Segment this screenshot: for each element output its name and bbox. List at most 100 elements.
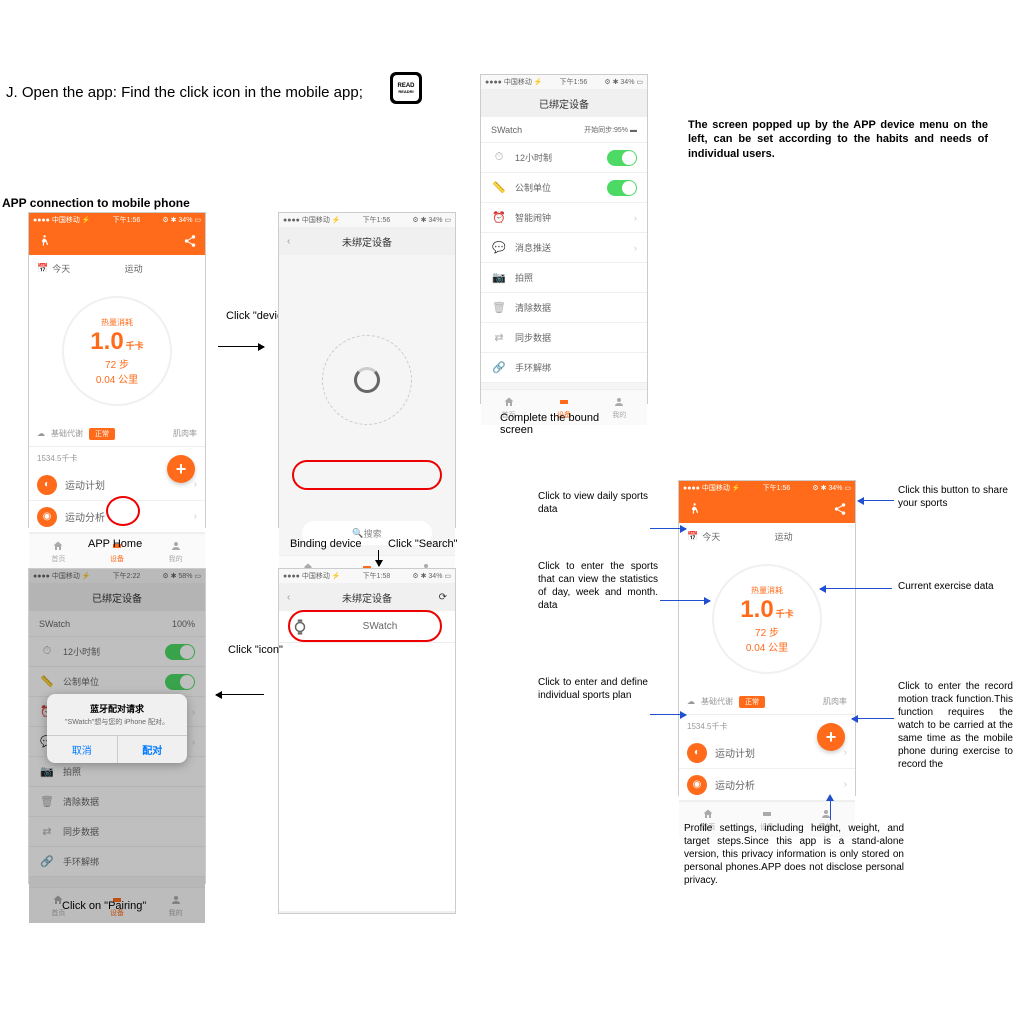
sport-label: 运动 xyxy=(720,530,847,543)
tab-profile[interactable]: 我的 xyxy=(146,534,205,569)
ann-record: Click to enter the record motion track f… xyxy=(898,680,1013,771)
row-sync[interactable]: ⇄同步数据 xyxy=(481,323,647,353)
share-icon[interactable] xyxy=(833,502,847,516)
today-label[interactable]: 今天 xyxy=(52,262,70,275)
status-bar: ●●●● 中国移动 ⚡下午1:56⚙ ✱ 34% ▭ xyxy=(481,75,647,89)
row-unbind[interactable]: 🔗手环解绑 xyxy=(29,847,205,877)
bind-header: ‹ 未绑定设备 ⟳ xyxy=(279,583,455,611)
tab-home[interactable]: 首页 xyxy=(29,534,88,569)
blue-arrow-profile-head xyxy=(826,794,834,801)
cancel-button[interactable]: 取消 xyxy=(47,736,118,763)
toggle-12h[interactable] xyxy=(607,150,637,166)
app-header xyxy=(29,227,205,255)
status-bar: ●●●● 中国移动 ⚡下午1:56⚙ ✱ 34% ▭ xyxy=(279,213,455,227)
today-label[interactable]: 今天 xyxy=(702,530,720,543)
sport-label: 运动 xyxy=(70,262,197,275)
status-bar: ●●●● 中国移动 ⚡下午1:58⚙ ✱ 34% ▭ xyxy=(279,569,455,583)
cal-label: 热量消耗 xyxy=(101,317,133,328)
blue-arrow-stats xyxy=(660,600,710,601)
bound-header: 已绑定设备 xyxy=(481,89,647,117)
ann-share: Click this button to share your sports xyxy=(898,484,1008,510)
swatch-sync-row: SWatch开始同步:95% ▬ xyxy=(481,117,647,143)
ann-plan: Click to enter and define individual spo… xyxy=(538,676,648,702)
analysis-row[interactable]: ◉ 运动分析› xyxy=(29,501,205,533)
status-bar: ●●●● 中国移动 ⚡下午2:22⚙ ✱ 58% ▭ xyxy=(29,569,205,583)
arrow-back xyxy=(216,694,264,695)
connection-heading: APP connection to mobile phone xyxy=(2,196,190,210)
blue-arrow-profile-line xyxy=(830,798,831,820)
section-j-title: J. Open the app: Find the click icon in … xyxy=(6,84,363,101)
pair-button[interactable]: 配对 xyxy=(118,736,188,763)
tab-profile[interactable]: 我的 xyxy=(146,888,205,923)
ann-profile: Profile settings, including height, weig… xyxy=(684,822,904,887)
back-icon[interactable]: ‹ xyxy=(287,592,290,603)
row-clear[interactable]: 🗑清除数据 xyxy=(29,787,205,817)
row-alarm[interactable]: ⏰智能闹钟› xyxy=(481,203,647,233)
popup-msg: "SWatch"想与您的 iPhone 配对。 xyxy=(47,717,187,735)
analysis-icon: ◉ xyxy=(37,507,57,527)
search-ring xyxy=(322,335,412,425)
row-12h[interactable]: ⏱12小时制 xyxy=(29,637,205,667)
blue-arrow-share xyxy=(858,500,894,501)
blue-arrow-current xyxy=(820,588,892,589)
status-bar: ●●●● 中国移动 ⚡下午1:56⚙ ✱ 34% ▭ xyxy=(29,213,205,227)
dial-area: 热量消耗 1.0千卡 72 步 0.04 公里 xyxy=(29,281,205,421)
bound-header: 已绑定设备 xyxy=(29,583,205,611)
plan-row[interactable]: ◐ 运动计划› + xyxy=(29,469,205,501)
row-unbind[interactable]: 🔗手环解绑 xyxy=(481,353,647,383)
phone-swatch-result: ●●●● 中国移动 ⚡下午1:58⚙ ✱ 34% ▭ ‹ 未绑定设备 ⟳ SWa… xyxy=(278,568,456,914)
blue-arrow-record xyxy=(852,718,894,719)
sub-header: 📅 今天 运动 xyxy=(679,523,855,549)
calendar-icon[interactable]: 📅 xyxy=(687,531,698,542)
read-app-icon: READREADRI xyxy=(390,72,422,104)
metab-row: ☁基础代谢正常肌肉率 xyxy=(29,421,205,447)
row-metric[interactable]: 📏公制单位 xyxy=(29,667,205,697)
phone-binding: ●●●● 中国移动 ⚡下午1:56⚙ ✱ 34% ▭ ‹ 未绑定设备 🔍 搜索 … xyxy=(278,212,456,528)
caption-app-home: APP Home xyxy=(88,538,142,550)
analysis-icon: ◉ xyxy=(687,775,707,795)
phone-pairing: ●●●● 中国移动 ⚡下午2:22⚙ ✱ 58% ▭ 已绑定设备 SWatch1… xyxy=(28,568,206,884)
caption-binding: Binding device xyxy=(290,538,362,550)
blue-arrow-plan xyxy=(650,714,686,715)
swatch-row[interactable]: SWatch xyxy=(279,611,455,643)
fab-add[interactable]: + xyxy=(817,723,845,751)
swatch-body: SWatch xyxy=(279,611,455,911)
toggle-12h[interactable] xyxy=(165,644,195,660)
back-icon[interactable]: ‹ xyxy=(287,236,290,247)
metab-row: ☁基础代谢正常肌肉率 xyxy=(679,689,855,715)
caption-click-search: Click "Search" xyxy=(388,538,458,550)
label-click-icon: Click "icon" xyxy=(228,644,283,656)
swatch-header: SWatch100% xyxy=(29,611,205,637)
calendar-icon[interactable]: 📅 xyxy=(37,263,48,274)
row-clear[interactable]: 🗑清除数据 xyxy=(481,293,647,323)
runner-icon xyxy=(37,234,51,248)
plan-row[interactable]: ◐ 运动计划› + xyxy=(679,737,855,769)
fab-add[interactable]: + xyxy=(167,455,195,483)
phone-annotated: ●●●● 中国移动 ⚡下午1:56⚙ ✱ 34% ▭ 📅 今天 运动 热量消耗 … xyxy=(678,480,856,796)
bind-header: ‹ 未绑定设备 xyxy=(279,227,455,255)
toggle-metric[interactable] xyxy=(165,674,195,690)
spinner-icon: ⟳ xyxy=(439,592,447,603)
ann-daily: Click to view daily sports data xyxy=(538,490,648,516)
exercise-dial[interactable]: 热量消耗 1.0千卡 72 步 0.04 公里 xyxy=(62,296,172,406)
dial-area: 热量消耗 1.0千卡 72 步 0.04 公里 xyxy=(679,549,855,689)
toggle-metric[interactable] xyxy=(607,180,637,196)
phone-app-home: ●●●● 中国移动 ⚡下午1:56⚙ ✱ 34% ▭ 📅 今天 运动 热量消耗 … xyxy=(28,212,206,528)
exercise-dial[interactable]: 热量消耗 1.0千卡 72 步 0.04 公里 xyxy=(712,564,822,674)
blue-arrow-daily xyxy=(650,528,686,529)
arrow-down-search xyxy=(378,550,379,566)
caption-bound: Complete the bound screen xyxy=(500,412,620,436)
row-photo[interactable]: 📷拍照 xyxy=(481,263,647,293)
row-12h[interactable]: ⏱12小时制 xyxy=(481,143,647,173)
runner-icon xyxy=(687,502,701,516)
sub-header: 📅 今天 运动 xyxy=(29,255,205,281)
ann-stats: Click to enter the sports that can view … xyxy=(538,560,658,612)
bluetooth-pairing-popup: 蓝牙配对请求 "SWatch"想与您的 iPhone 配对。 取消 配对 xyxy=(47,694,187,763)
row-sync[interactable]: ⇄同步数据 xyxy=(29,817,205,847)
watch-icon xyxy=(291,618,309,636)
share-icon[interactable] xyxy=(183,234,197,248)
row-push[interactable]: 💬消息推送› xyxy=(481,233,647,263)
status-bar: ●●●● 中国移动 ⚡下午1:56⚙ ✱ 34% ▭ xyxy=(679,481,855,495)
row-metric[interactable]: 📏公制单位 xyxy=(481,173,647,203)
orange-note: The screen popped up by the APP device m… xyxy=(688,118,988,161)
